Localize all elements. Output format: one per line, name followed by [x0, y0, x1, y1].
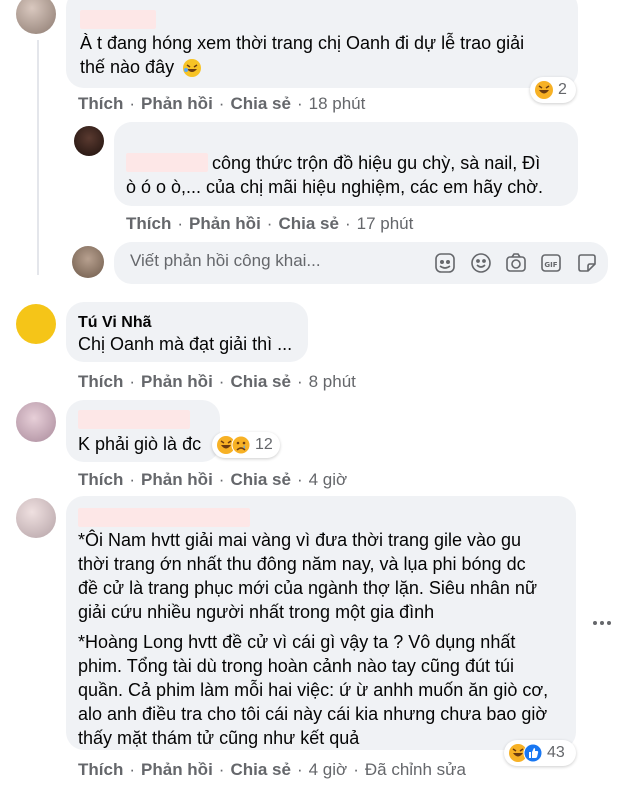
haha-reaction-icon: [535, 81, 553, 99]
avatar[interactable]: [16, 0, 56, 34]
like-button[interactable]: Thích: [126, 214, 171, 234]
reply-button[interactable]: Phản hồi: [141, 372, 213, 392]
comment-bubble: *Ôi Nam hvtt giải mai vàng vì đưa thời t…: [66, 496, 576, 750]
comment-text: quần. Cả phim làm mỗi hai việc: ứ ừ anhh…: [78, 680, 549, 700]
emoji-icon[interactable]: [470, 252, 492, 274]
thread-line: [37, 40, 39, 275]
comment-bubble: K phải giò là đc: [66, 400, 220, 462]
like-reaction-icon: [523, 743, 543, 763]
comment-bubble: Tú Vi Nhã Chị Oanh mà đạt giải thì ...: [66, 302, 308, 362]
comment-text: *Hoàng Long hvtt đề cử vì cái gì vậy ta …: [78, 632, 516, 652]
redacted-author-name: [80, 10, 156, 29]
timestamp[interactable]: 4 giờ: [309, 760, 348, 780]
comment-author[interactable]: Tú Vi Nhã: [78, 314, 152, 332]
camera-icon[interactable]: [505, 252, 527, 274]
reply-input-box[interactable]: GIF: [114, 242, 608, 284]
reply-input[interactable]: [128, 250, 422, 272]
share-button[interactable]: Chia sẻ: [278, 214, 338, 234]
reaction-count[interactable]: 43: [504, 740, 576, 766]
timestamp[interactable]: 8 phút: [309, 372, 356, 392]
timestamp[interactable]: 4 giờ: [309, 470, 348, 490]
comment-text: thế nào đây: [80, 57, 175, 77]
redacted-author-name: [78, 508, 250, 527]
comment-text: thấy mặt thám tử cũng như kết quả: [78, 728, 360, 748]
gif-icon[interactable]: GIF: [540, 252, 562, 274]
sad-reaction-icon: [231, 435, 251, 455]
like-button[interactable]: Thích: [78, 372, 123, 392]
reaction-count[interactable]: 2: [530, 77, 576, 103]
sticker-icon[interactable]: [576, 252, 598, 274]
comment-text: Chị Oanh mà đạt giải thì ...: [78, 334, 293, 354]
avatar[interactable]: [16, 402, 56, 442]
reply-button[interactable]: Phản hồi: [189, 214, 261, 234]
reaction-count[interactable]: 12: [212, 432, 280, 458]
timestamp[interactable]: 17 phút: [357, 214, 414, 234]
reply-button[interactable]: Phản hồi: [141, 760, 213, 780]
laughing-emoji-icon: [183, 59, 201, 77]
share-button[interactable]: Chia sẻ: [230, 470, 290, 490]
comment-text: K phải giò là đc: [78, 434, 202, 454]
comment-text: alo anh điều tra cho tôi cái này cái kia…: [78, 704, 548, 724]
avatar[interactable]: [16, 304, 56, 344]
redacted-author-name: [126, 153, 208, 172]
edited-label[interactable]: Đã chỉnh sửa: [365, 760, 466, 780]
comment-text: À t đang hóng xem thời trang chị Oanh đi…: [80, 33, 525, 53]
sticker-face-icon[interactable]: [434, 252, 456, 274]
share-button[interactable]: Chia sẻ: [230, 94, 290, 114]
reply-button[interactable]: Phản hồi: [141, 94, 213, 114]
reply-actions: Thích · Phản hồi · Chia sẻ · 17 phút: [126, 214, 414, 234]
like-button[interactable]: Thích: [78, 470, 123, 490]
comment-bubble: À t đang hóng xem thời trang chị Oanh đi…: [66, 0, 578, 88]
share-button[interactable]: Chia sẻ: [230, 372, 290, 392]
like-button[interactable]: Thích: [78, 94, 123, 114]
comment-text: thời trang ớn nhất thu đông năm nay, và …: [78, 554, 526, 574]
comment-actions: Thích · Phản hồi · Chia sẻ · 18 phút: [78, 94, 366, 114]
timestamp[interactable]: 18 phút: [309, 94, 366, 114]
redacted-author-name: [78, 410, 190, 429]
reply-bubble: công thức trộn đồ hiệu gu chỳ, sà nail, …: [114, 122, 578, 206]
reply-text: công thức trộn đồ hiệu gu chỳ, sà nail, …: [212, 153, 541, 173]
like-button[interactable]: Thích: [78, 760, 123, 780]
more-options-icon[interactable]: [592, 618, 612, 628]
comment-text: đề cử là trang phục mới của ngành thợ lặ…: [78, 578, 537, 598]
comment-text: giải cứu nhiều người nhất trong một gia …: [78, 602, 435, 622]
comment-actions: Thích · Phản hồi · Chia sẻ · 8 phút: [78, 372, 356, 392]
avatar[interactable]: [16, 498, 56, 538]
comment-text: phim. Tổng tài dù trong hoàn cảnh nào ta…: [78, 656, 514, 676]
my-avatar[interactable]: [72, 246, 104, 278]
avatar[interactable]: [74, 126, 104, 156]
reply-text: ò ó o ò,... của chị mãi hiệu nghiệm, các…: [126, 177, 544, 197]
share-button[interactable]: Chia sẻ: [230, 760, 290, 780]
comment-actions: Thích · Phản hồi · Chia sẻ · 4 giờ: [78, 470, 348, 490]
svg-text:GIF: GIF: [544, 261, 557, 269]
comment-actions: Thích · Phản hồi · Chia sẻ · 4 giờ · Đã …: [78, 760, 467, 780]
comment-text: *Ôi Nam hvtt giải mai vàng vì đưa thời t…: [78, 530, 522, 550]
reply-button[interactable]: Phản hồi: [141, 470, 213, 490]
